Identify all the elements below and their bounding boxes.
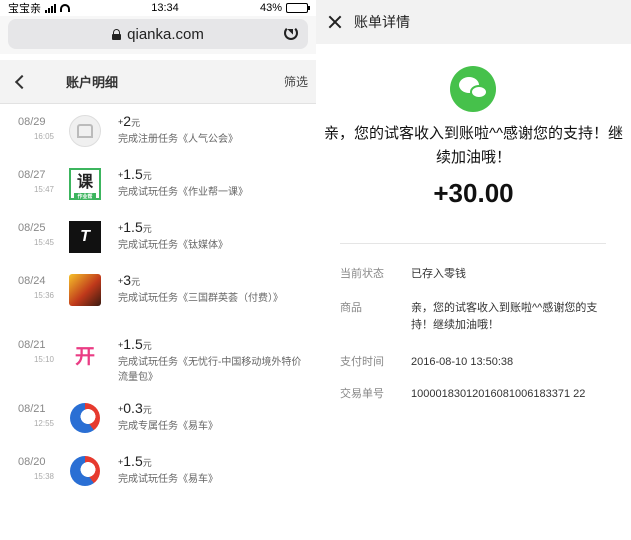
back-button[interactable]: [0, 60, 40, 104]
status-time: 13:34: [151, 2, 179, 14]
row-value: 10000183012016081006183371 22: [411, 388, 586, 400]
item-unit: 元: [142, 405, 152, 415]
item-time: 15:36: [33, 291, 54, 300]
tmtpost-icon: T: [69, 221, 101, 253]
item-date: 08/21: [18, 403, 46, 415]
item-date: 08/21: [18, 339, 46, 351]
detail-message: 亲，您的试客收入到账啦^^感谢您的支持！继续加油哦！: [323, 125, 624, 166]
signal-icon: [45, 3, 56, 13]
item-date: 08/27: [18, 169, 46, 181]
row-key: 交易单号: [340, 388, 384, 400]
battery-icon: [286, 3, 310, 13]
item-amount: 1.5: [123, 336, 143, 352]
row-key: 当前状态: [340, 268, 384, 280]
item-desc: 完成试玩任务《钛媒体》: [118, 240, 228, 251]
battery-percent: 43%: [259, 2, 282, 14]
item-desc: 完成试玩任务《易车》: [118, 474, 218, 485]
item-time: 16:05: [33, 132, 54, 141]
status-bar: 宝宝亲 13:34 43%: [0, 0, 316, 16]
row-value: 亲，您的试客收入到账啦^^感谢您的支持！继续加油哦！: [411, 302, 598, 331]
item-time: 12:55: [33, 419, 54, 428]
item-amount: 3: [123, 272, 132, 288]
item-date: 08/24: [18, 275, 46, 287]
list-item[interactable]: 08/21 12:55 +0.3元 完成专属任务《易车》: [0, 399, 316, 452]
item-desc: 完成注册任务《人气公会》: [118, 134, 238, 145]
item-date: 08/25: [18, 222, 46, 234]
game-icon: [69, 274, 101, 306]
course-app-icon: 课作业帮: [69, 168, 101, 200]
detail-card: 亲，您的试客收入到账啦^^感谢您的支持！继续加油哦！ +30.00 当前状态 已…: [316, 44, 631, 460]
wechat-icon: [450, 66, 496, 112]
list-item[interactable]: 08/21 15:10 开 +1.5元 完成试玩任务《无忧行-中国移动境外特价流量…: [0, 335, 316, 399]
item-time: 15:47: [33, 185, 54, 194]
item-amount: 1.5: [123, 166, 143, 182]
detail-title: 账单详情: [354, 14, 410, 30]
item-amount: 1.5: [123, 219, 143, 235]
item-unit: 元: [142, 224, 152, 234]
address-bar[interactable]: qianka.com: [8, 19, 308, 49]
wifi-icon: [60, 4, 70, 12]
item-desc: 完成试玩任务《无忧行-中国移动境外特价流量包》: [118, 357, 302, 383]
list-item[interactable]: 08/29 16:05 +2元 完成注册任务《人气公会》: [0, 112, 316, 165]
item-unit: 元: [142, 458, 152, 468]
list-item[interactable]: 08/25 15:45 T +1.5元 完成试玩任务《钛媒体》: [0, 218, 316, 271]
item-unit: 元: [131, 277, 141, 287]
item-date: 08/20: [18, 456, 46, 468]
carrier-label: 宝宝亲: [8, 3, 41, 15]
chevron-left-icon: [14, 74, 30, 89]
transaction-list: 08/29 16:05 +2元 完成注册任务《人气公会》 08/27 15:47 课…: [0, 104, 316, 505]
page-title: 账户明细: [66, 75, 119, 90]
item-date: 08/29: [18, 116, 46, 128]
bill-detail-screen: 账单详情 亲，您的试客收入到账啦^^感谢您的支持！继续加油哦！ +30.00 当…: [316, 0, 631, 540]
item-desc: 完成试玩任务《三国群英荟（付费）》: [118, 293, 283, 304]
list-item[interactable]: 08/24 15:36 +3元 完成试玩任务《三国群英荟（付费）》: [0, 271, 316, 335]
yiche-icon: [70, 403, 100, 433]
item-unit: 元: [142, 171, 152, 181]
list-item[interactable]: 08/27 15:47 课作业帮 +1.5元 完成试玩任务《作业帮一课》: [0, 165, 316, 218]
row-value: 2016-08-10 13:50:38: [411, 356, 514, 368]
reload-icon[interactable]: [284, 26, 298, 40]
item-time: 15:45: [33, 238, 54, 247]
row-key: 支付时间: [340, 356, 384, 368]
item-time: 15:10: [33, 355, 54, 364]
item-amount: 0.3: [123, 400, 143, 416]
lock-icon: [112, 28, 122, 40]
yiche-icon: [70, 456, 100, 486]
item-amount: 2: [123, 113, 132, 129]
wuyouxing-icon: 开: [75, 345, 95, 368]
item-desc: 完成试玩任务《作业帮一课》: [118, 187, 248, 198]
detail-header: 账单详情: [316, 0, 631, 44]
divider: [340, 243, 606, 244]
url-text: qianka.com: [127, 25, 204, 43]
close-icon[interactable]: [328, 15, 342, 29]
item-amount: 1.5: [123, 453, 143, 469]
detail-amount: +30.00: [433, 178, 514, 208]
item-time: 15:38: [33, 472, 54, 481]
item-unit: 元: [142, 341, 152, 351]
account-details-screen: 宝宝亲 13:34 43% qianka.com 账户明细 筛选 08/29 16…: [0, 0, 316, 540]
item-desc: 完成专属任务《易车》: [118, 421, 218, 432]
nav-bar: 账户明细 筛选: [0, 60, 316, 104]
filter-button[interactable]: 筛选: [284, 73, 308, 90]
row-value: 已存入零钱: [411, 268, 466, 280]
list-item[interactable]: 08/20 15:38 +1.5元 完成试玩任务《易车》: [0, 452, 316, 505]
item-unit: 元: [131, 118, 141, 128]
gray-building-icon: [69, 115, 101, 147]
row-key: 商品: [340, 302, 362, 314]
